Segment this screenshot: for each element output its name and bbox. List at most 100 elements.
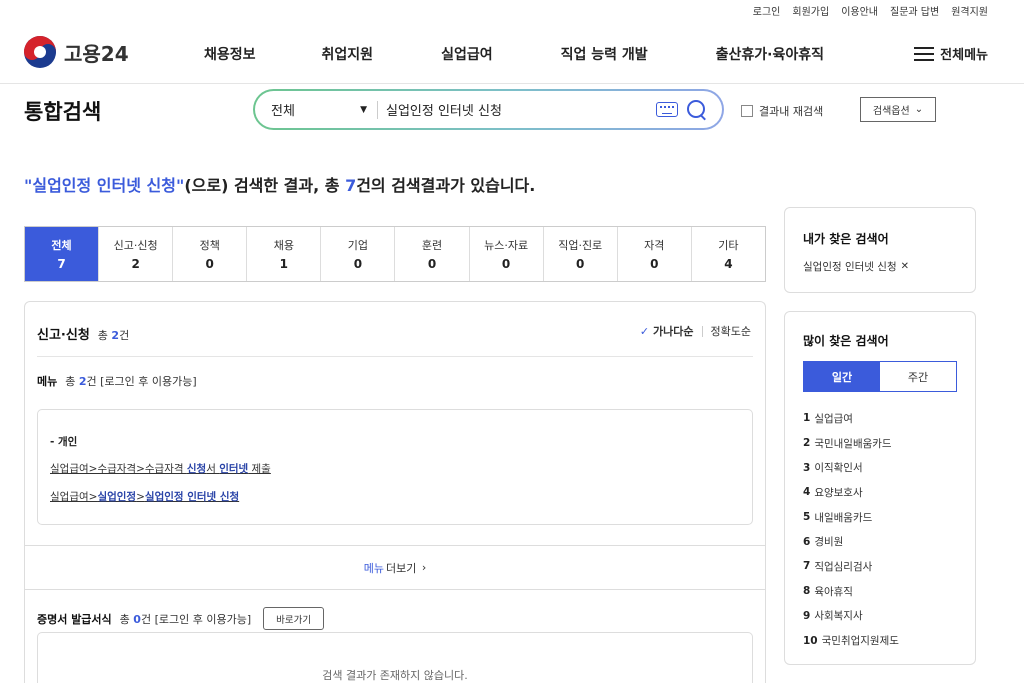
list-item[interactable]: 5 내일배움카드 xyxy=(803,505,957,530)
tab-count: 0 xyxy=(576,257,585,271)
menu-result-count: 총 2건 [로그인 후 이용가능] xyxy=(65,375,197,388)
section-header: 신고·신청 총 2건 xyxy=(37,324,129,343)
checkbox[interactable] xyxy=(741,105,753,117)
tab-label: 직업·진로 xyxy=(558,239,603,252)
all-menu-label: 전체메뉴 xyxy=(940,48,988,63)
list-item[interactable]: 9 사회복지사 xyxy=(803,604,957,629)
tab-career[interactable]: 직업·진로 0 xyxy=(544,227,618,281)
menu-result-title: 메뉴 xyxy=(37,375,58,388)
qna-link[interactable]: 질문과 답변 xyxy=(890,3,939,18)
research-label: 결과내 재검색 xyxy=(759,105,824,118)
page-title: 통합검색 xyxy=(24,100,102,124)
tab-policy[interactable]: 정책 0 xyxy=(173,227,248,281)
search-icon[interactable] xyxy=(686,99,708,121)
list-item[interactable]: 6 경비원 xyxy=(803,529,957,554)
summary-tail: 건의 검색결과가 있습니다. xyxy=(356,176,536,195)
tab-label: 기타 xyxy=(718,239,739,252)
sort-alphabetical[interactable]: ✓ 가나다순 xyxy=(640,323,694,339)
menu-unemployment-benefit[interactable]: 실업급여 xyxy=(441,44,493,64)
list-item[interactable]: 1 실업급여 xyxy=(803,406,957,431)
chevron-down-icon: ⌄ xyxy=(914,104,924,115)
tab-company[interactable]: 기업 0 xyxy=(321,227,396,281)
menu-more-button[interactable]: 메뉴 더보기 › xyxy=(25,545,765,590)
list-item[interactable]: 10 국민취업지원제도 xyxy=(803,628,957,653)
go-button[interactable]: 바로가기 xyxy=(263,607,325,630)
section-count: 총 2건 xyxy=(97,329,130,342)
tab-label: 채용 xyxy=(273,239,294,252)
tab-label: 뉴스·자료 xyxy=(484,239,529,252)
list-item[interactable]: 8 육아휴직 xyxy=(803,579,957,604)
search-option-label: 검색옵션 xyxy=(872,106,910,117)
search-scope-select[interactable]: 전체 ▼ xyxy=(255,100,377,119)
research-within-checkbox[interactable]: 결과내 재검색 xyxy=(741,103,823,119)
tab-count: 4 xyxy=(724,257,733,271)
search-bar: 전체 ▼ xyxy=(253,89,724,130)
menu-job-info[interactable]: 채용정보 xyxy=(204,44,256,64)
tab-all[interactable]: 전체 7 xyxy=(25,227,100,281)
empty-result-box: 검색 결과가 존재하지 않습니다. xyxy=(37,632,753,683)
tab-label: 정책 xyxy=(199,239,220,252)
tab-etc[interactable]: 기타 4 xyxy=(692,227,765,281)
more-label-a: 메뉴 xyxy=(363,561,384,575)
tab-count: 0 xyxy=(205,257,214,271)
global-navigation: 고용24 채용정보 취업지원 실업급여 직업 능력 개발 출산휴가·육아휴직 전… xyxy=(0,30,1024,84)
popular-rank-list: 1 실업급여 2 국민내일배움카드 3 이직확인서 4 요양보호사 5 내일배움카드 6경… xyxy=(803,406,957,653)
menu-result-link-2[interactable]: 실업급여>실업인정>실업인정 인터넷 신청 xyxy=(50,489,239,504)
tab-count: 0 xyxy=(501,257,511,271)
signup-link[interactable]: 회원가입 xyxy=(792,3,829,18)
empty-message: 검색 결과가 존재하지 않습니다. xyxy=(322,669,468,682)
divider xyxy=(701,325,703,337)
tab-training[interactable]: 훈련 0 xyxy=(395,227,470,281)
sort-accuracy[interactable]: 정확도순 xyxy=(711,323,751,339)
tab-recruit[interactable]: 채용 1 xyxy=(247,227,322,281)
close-icon[interactable]: ✕ xyxy=(901,261,909,272)
login-link[interactable]: 로그인 xyxy=(753,3,781,18)
tab-count: 0 xyxy=(650,257,659,271)
tab-label: 자격 xyxy=(644,239,665,252)
main-menu: 채용정보 취업지원 실업급여 직업 능력 개발 출산휴가·육아휴직 xyxy=(204,44,824,64)
period-tabs: 일간 주간 xyxy=(803,361,957,392)
virtual-keyboard-icon[interactable] xyxy=(656,102,678,117)
tab-news[interactable]: 뉴스·자료 0 xyxy=(470,227,544,281)
tab-count: 0 xyxy=(427,257,437,271)
search-scope-value: 전체 xyxy=(271,104,295,119)
section-title: 신고·신청 xyxy=(37,328,90,343)
summary-count: 7 xyxy=(345,176,357,195)
menu-parental-leave[interactable]: 출산휴가·육아휴직 xyxy=(716,44,824,64)
utility-bar: 로그인 회원가입 이용안내 질문과 답변 원격지원 xyxy=(753,0,988,20)
certificate-header: 증명서 발급서식 총 0건 [로그인 후 이용가능] 바로가기 xyxy=(37,607,325,630)
tab-label: 기업 xyxy=(347,239,369,252)
tab-count: 0 xyxy=(353,257,363,271)
chevron-right-icon: › xyxy=(418,561,427,574)
tab-count: 2 xyxy=(131,257,140,271)
my-search-panel: 내가 찾은 검색어 실업인정 인터넷 신청 ✕ xyxy=(784,207,976,293)
menu-vocational-training[interactable]: 직업 능력 개발 xyxy=(561,44,648,64)
list-item[interactable]: 2 국민내일배움카드 xyxy=(803,431,957,456)
list-item[interactable]: 3 이직확인서 xyxy=(803,455,957,480)
certificate-title: 증명서 발급서식 xyxy=(37,612,112,626)
all-menu-button[interactable]: 전체메뉴 xyxy=(914,44,988,63)
tab-report-apply[interactable]: 신고·신청 2 xyxy=(99,227,174,281)
tab-license[interactable]: 자격 0 xyxy=(618,227,692,281)
my-search-keyword[interactable]: 실업인정 인터넷 신청 xyxy=(803,259,897,274)
my-search-item[interactable]: 실업인정 인터넷 신청 ✕ xyxy=(803,259,957,274)
group-label: - 개인 xyxy=(50,436,78,448)
tab-daily[interactable]: 일간 xyxy=(804,362,880,391)
guide-link[interactable]: 이용안내 xyxy=(841,3,878,18)
result-summary: "실업인정 인터넷 신청"(으로) 검색한 결과, 총 7건의 검색결과가 있습… xyxy=(24,172,535,196)
divider xyxy=(37,356,753,357)
result-panel: 신고·신청 총 2건 ✓ 가나다순 정확도순 메뉴 총 2건 [로그인 후 이용가… xyxy=(24,301,766,683)
tab-label: 훈련 xyxy=(421,239,443,252)
my-search-title: 내가 찾은 검색어 xyxy=(803,232,889,246)
summary-mid: (으로) 검색한 결과, 총 xyxy=(184,176,346,195)
menu-employment-support[interactable]: 취업지원 xyxy=(322,44,374,64)
site-logo[interactable]: 고용24 xyxy=(24,36,129,68)
list-item[interactable]: 4 요양보호사 xyxy=(803,480,957,505)
search-option-button[interactable]: 검색옵션 ⌄ xyxy=(860,97,936,122)
popular-search-panel: 많이 찾은 검색어 일간 주간 1 실업급여 2 국민내일배움카드 3 이직확인서 4… xyxy=(784,311,976,665)
search-input[interactable] xyxy=(378,102,656,117)
remote-support-link[interactable]: 원격지원 xyxy=(951,3,988,18)
list-item[interactable]: 7 직업심리검사 xyxy=(803,554,957,579)
menu-result-link-1[interactable]: 실업급여>수급자격>수급자격 신청서 인터넷 제출 xyxy=(50,461,271,476)
tab-weekly[interactable]: 주간 xyxy=(880,362,956,391)
